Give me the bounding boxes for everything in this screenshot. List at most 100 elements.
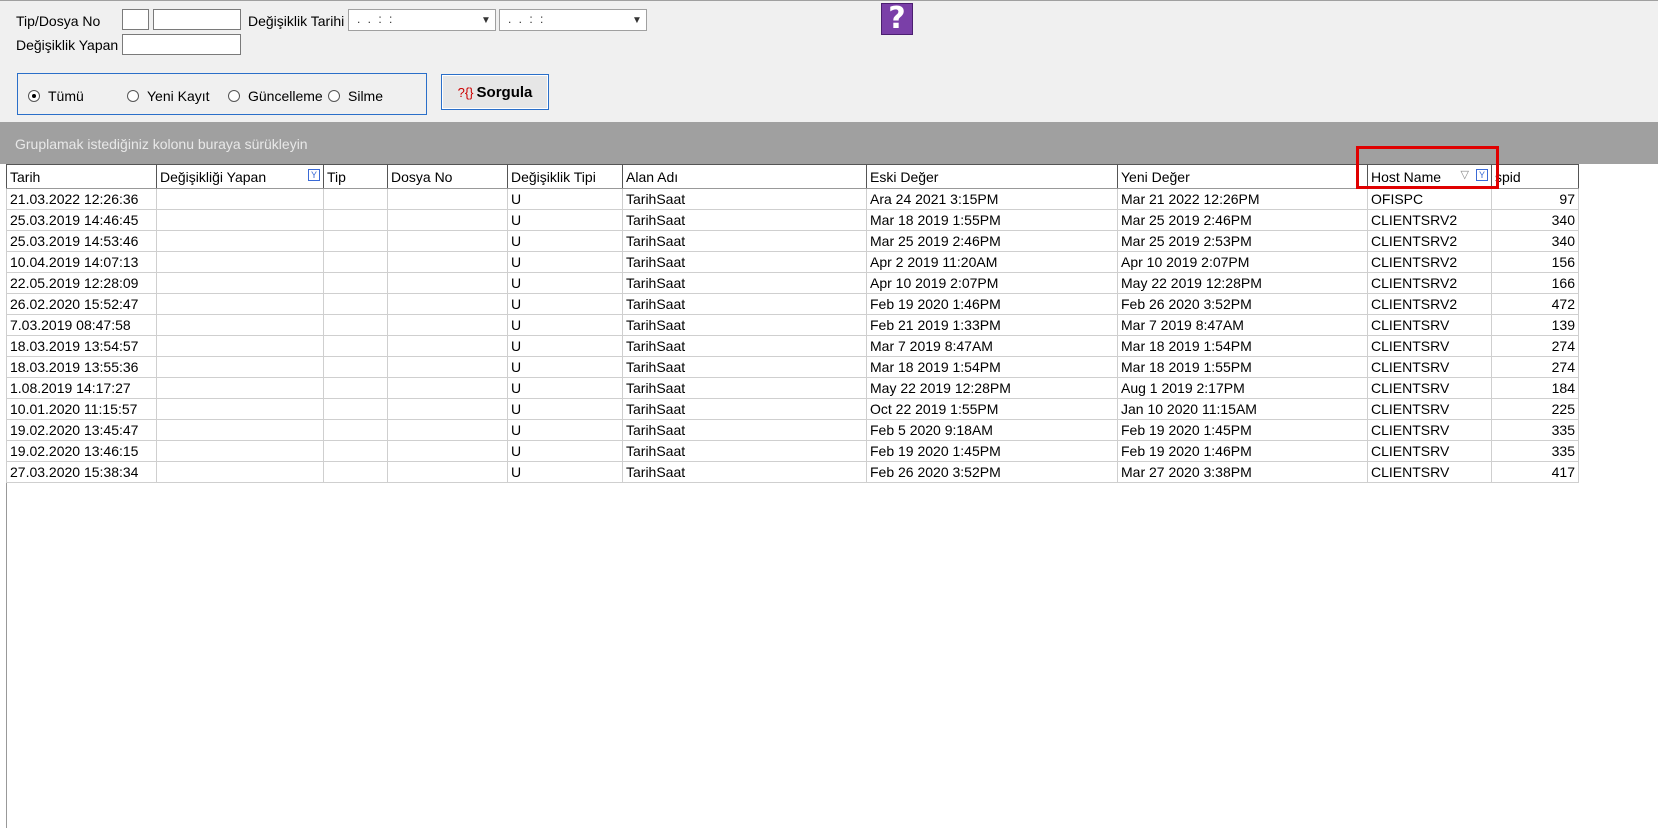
table-cell[interactable] [156, 293, 324, 315]
table-cell[interactable]: TarihSaat [622, 335, 867, 357]
table-cell[interactable]: Feb 21 2019 1:33PM [866, 314, 1118, 336]
table-cell[interactable]: U [507, 377, 623, 399]
table-cell[interactable]: Mar 18 2019 1:55PM [1117, 356, 1368, 378]
radio-silme[interactable]: Silme [328, 88, 383, 104]
table-row[interactable]: 7.03.2019 08:47:58 U TarihSaat Feb 21 2019 … [6, 314, 1579, 336]
table-cell[interactable]: Oct 22 2019 1:55PM [866, 398, 1118, 420]
table-cell[interactable]: U [507, 419, 623, 441]
table-cell[interactable] [156, 356, 324, 378]
table-cell[interactable]: TarihSaat [622, 377, 867, 399]
radio-guncelleme[interactable]: Güncelleme [228, 88, 323, 104]
table-cell[interactable] [387, 377, 508, 399]
table-cell[interactable]: CLIENTSRV [1367, 377, 1492, 399]
table-cell[interactable]: Apr 10 2019 2:07PM [866, 272, 1118, 294]
table-cell[interactable] [387, 335, 508, 357]
table-cell[interactable]: 340 [1491, 230, 1579, 252]
table-cell[interactable]: 335 [1491, 440, 1579, 462]
table-cell[interactable]: CLIENTSRV [1367, 356, 1492, 378]
table-row[interactable]: 25.03.2019 14:53:46 U TarihSaat Mar 25 2019… [6, 230, 1579, 252]
table-cell[interactable]: TarihSaat [622, 419, 867, 441]
table-cell[interactable]: 18.03.2019 13:55:36 [6, 356, 157, 378]
table-cell[interactable]: 472 [1491, 293, 1579, 315]
table-cell[interactable]: TarihSaat [622, 398, 867, 420]
table-cell[interactable]: 274 [1491, 356, 1579, 378]
table-cell[interactable]: 7.03.2019 08:47:58 [6, 314, 157, 336]
table-cell[interactable] [387, 293, 508, 315]
table-cell[interactable] [156, 335, 324, 357]
table-cell[interactable]: 25.03.2019 14:46:45 [6, 209, 157, 231]
table-cell[interactable]: TarihSaat [622, 293, 867, 315]
table-cell[interactable] [387, 419, 508, 441]
help-button[interactable]: ? [881, 3, 913, 35]
table-cell[interactable]: U [507, 335, 623, 357]
col-header-spid[interactable]: spid [1491, 164, 1579, 189]
table-cell[interactable]: Apr 10 2019 2:07PM [1117, 251, 1368, 273]
table-cell[interactable]: U [507, 314, 623, 336]
table-cell[interactable]: TarihSaat [622, 461, 867, 483]
radio-tumu[interactable]: Tümü [28, 88, 84, 104]
table-cell[interactable]: U [507, 209, 623, 231]
table-cell[interactable]: OFISPC [1367, 188, 1492, 210]
table-cell[interactable]: CLIENTSRV [1367, 440, 1492, 462]
table-row[interactable]: 18.03.2019 13:55:36 U TarihSaat Mar 18 2019… [6, 356, 1579, 378]
table-cell[interactable] [323, 272, 388, 294]
table-row[interactable]: 27.03.2020 15:38:34 U TarihSaat Feb 26 2020… [6, 461, 1579, 483]
table-cell[interactable]: 10.04.2019 14:07:13 [6, 251, 157, 273]
table-cell[interactable]: U [507, 251, 623, 273]
table-cell[interactable]: U [507, 188, 623, 210]
chevron-down-icon[interactable]: ▼ [477, 10, 495, 30]
table-cell[interactable]: CLIENTSRV2 [1367, 251, 1492, 273]
table-cell[interactable]: Feb 19 2020 1:46PM [866, 293, 1118, 315]
table-cell[interactable] [156, 419, 324, 441]
radio-yeni-kayit[interactable]: Yeni Kayıt [127, 88, 210, 104]
table-cell[interactable]: 166 [1491, 272, 1579, 294]
filter-icon[interactable]: Y [1476, 169, 1488, 181]
table-cell[interactable]: Mar 25 2019 2:46PM [1117, 209, 1368, 231]
table-row[interactable]: 19.02.2020 13:46:15 U TarihSaat Feb 19 2020… [6, 440, 1579, 462]
table-row[interactable]: 1.08.2019 14:17:27 U TarihSaat May 22 2019 … [6, 377, 1579, 399]
table-cell[interactable]: CLIENTSRV2 [1367, 209, 1492, 231]
table-cell[interactable]: 22.05.2019 12:28:09 [6, 272, 157, 294]
table-cell[interactable]: Feb 26 2020 3:52PM [866, 461, 1118, 483]
table-cell[interactable]: 19.02.2020 13:46:15 [6, 440, 157, 462]
filter-icon[interactable]: Y [308, 169, 320, 181]
table-cell[interactable] [387, 314, 508, 336]
table-cell[interactable] [156, 272, 324, 294]
table-cell[interactable] [323, 356, 388, 378]
table-cell[interactable]: Mar 18 2019 1:55PM [866, 209, 1118, 231]
table-cell[interactable] [387, 461, 508, 483]
table-cell[interactable]: CLIENTSRV2 [1367, 272, 1492, 294]
table-cell[interactable]: TarihSaat [622, 230, 867, 252]
table-cell[interactable] [323, 419, 388, 441]
table-cell[interactable]: Mar 21 2022 12:26PM [1117, 188, 1368, 210]
table-cell[interactable]: Ara 24 2021 3:15PM [866, 188, 1118, 210]
table-cell[interactable] [387, 209, 508, 231]
table-cell[interactable]: 25.03.2019 14:53:46 [6, 230, 157, 252]
col-header-eski-deger[interactable]: Eski Değer [866, 164, 1118, 189]
table-row[interactable]: 19.02.2020 13:45:47 U TarihSaat Feb 5 2020 … [6, 419, 1579, 441]
table-cell[interactable] [323, 251, 388, 273]
table-cell[interactable]: CLIENTSRV [1367, 461, 1492, 483]
table-cell[interactable]: 27.03.2020 15:38:34 [6, 461, 157, 483]
table-cell[interactable]: TarihSaat [622, 188, 867, 210]
table-cell[interactable]: Feb 19 2020 1:46PM [1117, 440, 1368, 462]
table-cell[interactable]: 10.01.2020 11:15:57 [6, 398, 157, 420]
table-cell[interactable]: TarihSaat [622, 356, 867, 378]
table-row[interactable]: 10.04.2019 14:07:13 U TarihSaat Apr 2 2019 … [6, 251, 1579, 273]
table-cell[interactable]: U [507, 356, 623, 378]
table-cell[interactable]: Feb 5 2020 9:18AM [866, 419, 1118, 441]
table-cell[interactable]: 1.08.2019 14:17:27 [6, 377, 157, 399]
table-row[interactable]: 18.03.2019 13:54:57 U TarihSaat Mar 7 2019 … [6, 335, 1579, 357]
col-header-tarih[interactable]: Tarih [6, 164, 157, 189]
table-cell[interactable] [387, 440, 508, 462]
table-cell[interactable]: Mar 27 2020 3:38PM [1117, 461, 1368, 483]
table-cell[interactable]: 97 [1491, 188, 1579, 210]
table-cell[interactable]: 184 [1491, 377, 1579, 399]
table-cell[interactable] [387, 272, 508, 294]
sorgula-button[interactable]: ?{} Sorgula [441, 74, 549, 110]
table-cell[interactable]: Feb 26 2020 3:52PM [1117, 293, 1368, 315]
table-cell[interactable]: Apr 2 2019 11:20AM [866, 251, 1118, 273]
table-cell[interactable]: May 22 2019 12:28PM [866, 377, 1118, 399]
table-cell[interactable] [156, 461, 324, 483]
table-cell[interactable] [156, 398, 324, 420]
